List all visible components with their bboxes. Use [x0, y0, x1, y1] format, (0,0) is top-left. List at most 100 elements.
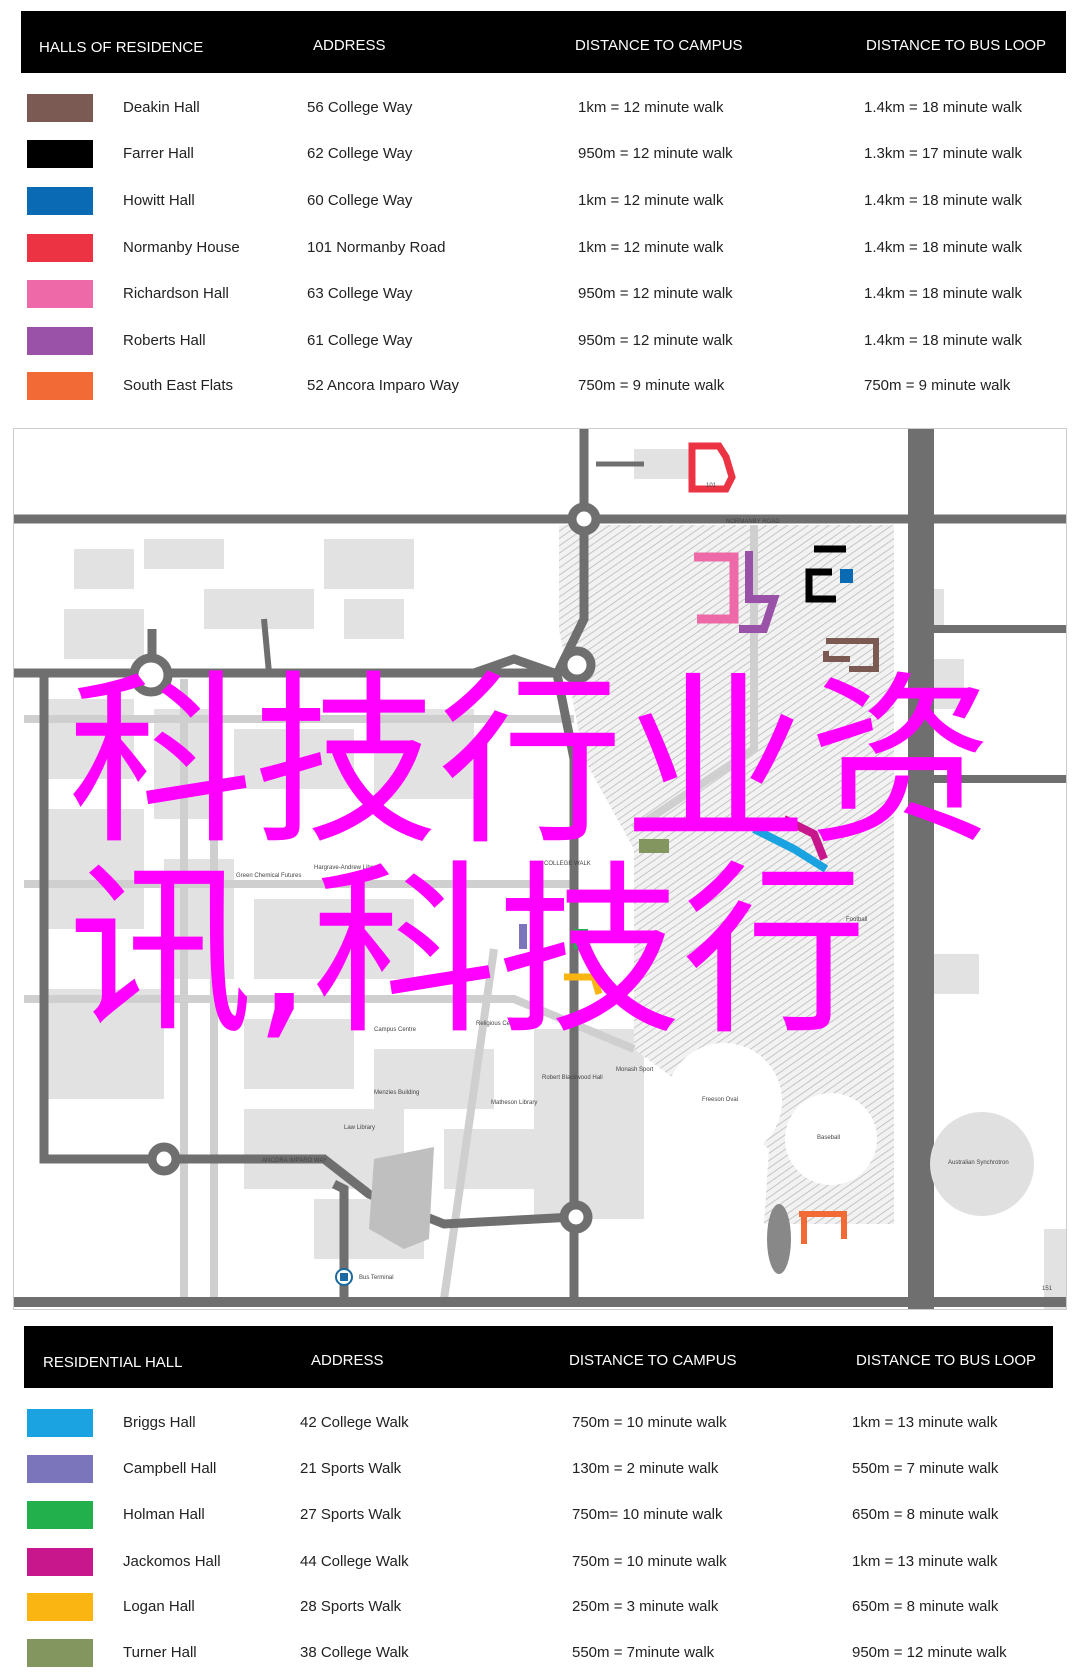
label-page-number: 151: [1042, 1286, 1053, 1292]
color-swatch: [27, 372, 93, 400]
hall-name: Roberts Hall: [123, 332, 206, 349]
hall-address: 38 College Walk: [300, 1644, 409, 1661]
distance-to-campus: 550m = 7minute walk: [572, 1644, 715, 1661]
distance-to-campus: 950m = 12 minute walk: [578, 145, 733, 162]
hall-address: 42 College Walk: [300, 1414, 409, 1431]
label-campus-centre: Campus Centre: [374, 1027, 417, 1033]
distance-to-bus-loop: 950m = 12 minute walk: [852, 1644, 1007, 1661]
logan-hall-building: [564, 973, 603, 995]
bottom-table-header: RESIDENTIAL HALL ADDRESS DISTANCE TO CAM…: [24, 1326, 1053, 1388]
distance-to-bus-loop: 650m = 8 minute walk: [852, 1598, 999, 1615]
bus-glyph: [340, 1273, 348, 1281]
map-graphic: NORMANBY ROAD 101 COLLEGE WALK Green Che…: [14, 429, 1066, 1309]
distance-to-bus-loop: 1km = 13 minute walk: [852, 1414, 998, 1431]
bus-terminal-building: [369, 1147, 434, 1249]
label-ancora: ANCORA IMPARO WAY: [262, 1158, 327, 1164]
hall-address: 62 College Way: [307, 145, 413, 162]
distance-to-bus-loop: 650m = 8 minute walk: [852, 1506, 999, 1523]
table-row: Briggs Hall 42 College Walk 750m = 10 minu…: [0, 1408, 1080, 1438]
header-residential-hall: RESIDENTIAL HALL: [43, 1354, 183, 1371]
top-table-header: HALLS OF RESIDENCE ADDRESS DISTANCE TO C…: [21, 11, 1066, 73]
hall-name: Farrer Hall: [123, 145, 194, 162]
distance-to-campus: 250m = 3 minute walk: [572, 1598, 719, 1615]
table-row: Logan Hall 28 Sports Walk 250m = 3 minute …: [0, 1592, 1080, 1622]
table-row: Richardson Hall 63 College Way 950m = 12 m…: [0, 279, 1080, 309]
distance-to-bus-loop: 750m = 9 minute walk: [864, 377, 1011, 394]
distance-to-campus: 750m= 10 minute walk: [572, 1506, 723, 1523]
distance-to-campus: 1km = 12 minute walk: [578, 192, 724, 209]
label-law-library: Law Library: [344, 1125, 375, 1131]
hall-address: 101 Normanby Road: [307, 239, 446, 256]
label-bus-terminal: Bus Terminal: [359, 1275, 394, 1281]
hall-name: Briggs Hall: [123, 1414, 196, 1431]
color-swatch: [27, 234, 93, 262]
distance-to-bus-loop: 1km = 13 minute walk: [852, 1553, 998, 1570]
table-row: Farrer Hall 62 College Way 950m = 12 minut…: [0, 139, 1080, 169]
hall-name: Campbell Hall: [123, 1460, 217, 1477]
color-swatch: [27, 1455, 93, 1483]
color-swatch: [27, 280, 93, 308]
howitt-hall-building: [840, 569, 853, 583]
header-address: ADDRESS: [313, 37, 386, 54]
color-swatch: [27, 1409, 93, 1437]
distance-to-bus-loop: 1.4km = 18 minute walk: [864, 192, 1022, 209]
header-address: ADDRESS: [311, 1352, 384, 1369]
campus-map[interactable]: NORMANBY ROAD 101 COLLEGE WALK Green Che…: [13, 428, 1067, 1310]
color-swatch: [27, 1593, 93, 1621]
color-swatch: [27, 1501, 93, 1529]
distance-to-campus: 1km = 12 minute walk: [578, 239, 724, 256]
label-hargrave: Hargrave-Andrew Library: [314, 865, 381, 871]
hall-address: 27 Sports Walk: [300, 1506, 402, 1523]
distance-to-bus-loop: 1.4km = 18 minute walk: [864, 332, 1022, 349]
color-swatch: [27, 94, 93, 122]
label-baseball: Baseball: [817, 1135, 840, 1141]
hall-address: 63 College Way: [307, 285, 413, 302]
color-swatch: [27, 187, 93, 215]
header-bus: DISTANCE TO BUS LOOP: [856, 1352, 1037, 1369]
header-campus: DISTANCE TO CAMPUS: [569, 1352, 737, 1369]
distance-to-bus-loop: 1.4km = 18 minute walk: [864, 239, 1022, 256]
distance-to-bus-loop: 1.3km = 17 minute walk: [864, 145, 1022, 162]
hall-name: Jackomos Hall: [123, 1553, 221, 1570]
hall-address: 61 College Way: [307, 332, 413, 349]
label-blackwood: Robert Blackwood Hall: [542, 1075, 603, 1081]
hall-name: Turner Hall: [123, 1644, 197, 1661]
label-green-chemical: Green Chemical Futures: [236, 873, 301, 879]
table-row: Normanby House 101 Normanby Road 1km = 12 …: [0, 233, 1080, 263]
label-synchrotron: Australian Synchrotron: [948, 1160, 1009, 1166]
campbell-hall-building: [519, 924, 527, 949]
distance-to-campus: 950m = 12 minute walk: [578, 285, 733, 302]
hall-address: 28 Sports Walk: [300, 1598, 402, 1615]
table-row: Roberts Hall 61 College Way 950m = 12 minu…: [0, 326, 1080, 356]
label-college-walk: COLLEGE WALK: [544, 861, 591, 867]
table-row: Jackomos Hall 44 College Walk 750m = 10 mi…: [0, 1547, 1080, 1577]
distance-to-campus: 750m = 10 minute walk: [572, 1553, 727, 1570]
distance-to-campus: 1km = 12 minute walk: [578, 99, 724, 116]
header-campus: DISTANCE TO CAMPUS: [575, 37, 743, 54]
distance-to-campus: 750m = 10 minute walk: [572, 1414, 727, 1431]
hall-name: Logan Hall: [123, 1598, 195, 1615]
color-swatch: [27, 140, 93, 168]
label-religious-centre: Religious Centre: [476, 1021, 521, 1027]
oval-feature: [767, 1204, 791, 1274]
label-football: Football: [846, 917, 867, 923]
header-halls: HALLS OF RESIDENCE: [39, 39, 204, 56]
label-matheson: Matheson Library: [491, 1100, 537, 1106]
hall-name: Holman Hall: [123, 1506, 205, 1523]
color-swatch: [27, 1548, 93, 1576]
table-row: Deakin Hall 56 College Way 1km = 12 minute…: [0, 93, 1080, 123]
distance-to-bus-loop: 550m = 7 minute walk: [852, 1460, 999, 1477]
header-bus: DISTANCE TO BUS LOOP: [866, 37, 1047, 54]
distance-to-bus-loop: 1.4km = 18 minute walk: [864, 99, 1022, 116]
distance-to-campus: 130m = 2 minute walk: [572, 1460, 719, 1477]
table-row: South East Flats 52 Ancora Imparo Way 750m…: [0, 371, 1080, 401]
label-normanby-road: NORMANBY ROAD: [726, 519, 780, 525]
hall-name: Richardson Hall: [123, 285, 229, 302]
hall-address: 60 College Way: [307, 192, 413, 209]
holman-hall-building: [574, 929, 588, 949]
hall-name: Howitt Hall: [123, 192, 195, 209]
color-swatch: [27, 327, 93, 355]
distance-to-campus: 950m = 12 minute walk: [578, 332, 733, 349]
table-row: Campbell Hall 21 Sports Walk 130m = 2 minu…: [0, 1454, 1080, 1484]
distance-to-campus: 750m = 9 minute walk: [578, 377, 725, 394]
